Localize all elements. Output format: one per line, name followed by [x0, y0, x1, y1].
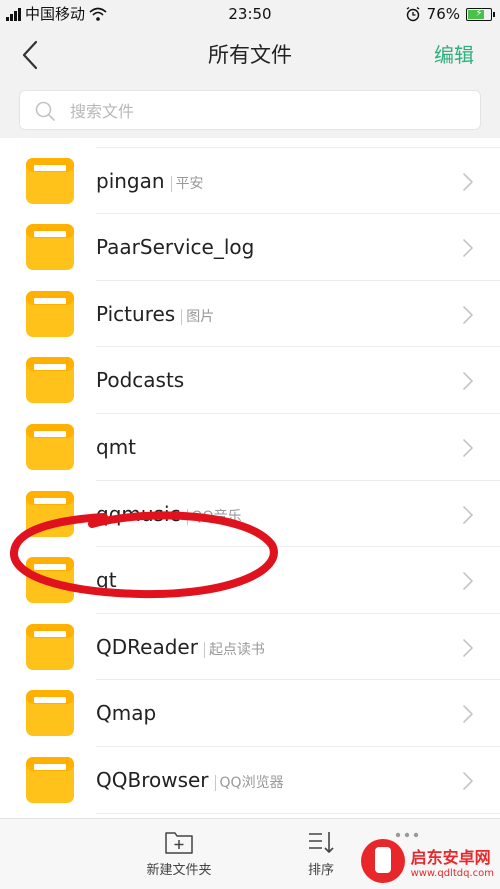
file-name-wrap: Podcasts [96, 347, 184, 413]
file-name-wrap: QDReader 起点读书 [96, 614, 265, 680]
status-bar: 中国移动 23:50 76% ⚡ [0, 0, 500, 28]
file-name-wrap: PaarService_log [96, 214, 254, 280]
alarm-icon [406, 6, 420, 22]
folder-icon [26, 224, 74, 271]
search-input[interactable] [68, 91, 452, 131]
chevron-right-icon [463, 505, 473, 524]
file-row[interactable]: pingan 平安 [0, 148, 500, 215]
file-name: qqmusic [96, 501, 181, 526]
new-folder-icon [165, 832, 193, 854]
file-alias: 起点读书 [203, 641, 265, 658]
sort-button[interactable]: 排序 [276, 829, 366, 878]
folder-icon [25, 138, 75, 139]
search-bar [0, 82, 500, 138]
file-name: PaarService_log [96, 235, 255, 260]
sort-label: 排序 [307, 863, 334, 878]
file-name: Podcasts [96, 368, 185, 393]
search-box[interactable] [19, 90, 481, 131]
folder-icon [26, 690, 74, 737]
file-row[interactable]: Podcasts [0, 347, 500, 414]
file-row[interactable]: Qmap [0, 680, 500, 747]
screen: 中国移动 23:50 76% ⚡ 所有文件 编辑 搜索文件 pingan 平安 … [0, 0, 500, 889]
file-list-inner: oppo_logpingan 平安 PaarService_log Pictures 图… [0, 138, 500, 814]
folder-icon [26, 423, 74, 470]
watermark-url: www.qdltdq.com [410, 867, 494, 879]
file-list[interactable]: oppo_logpingan 平安 PaarService_log Pictures 图… [0, 138, 500, 818]
watermark: 启东安卓网 www.qdltdq.com [360, 839, 494, 883]
row-divider [96, 812, 500, 814]
file-row[interactable]: qmt [0, 414, 500, 481]
folder-icon [26, 490, 74, 537]
battery-percent: 76% [426, 5, 460, 23]
file-alias: QQ浏览器 [214, 774, 284, 791]
watermark-logo-icon [360, 839, 405, 883]
file-name: qt [96, 568, 117, 593]
chevron-right-icon [463, 572, 473, 590]
file-name: pingan [96, 168, 165, 193]
file-name-wrap: Pictures 图片 [96, 281, 215, 347]
file-name: Qmap [96, 701, 157, 726]
folder-icon [26, 357, 74, 404]
chevron-right-icon [463, 239, 473, 257]
folder-icon [26, 623, 74, 670]
watermark-name: 启东安卓网 [410, 847, 491, 867]
file-name-wrap: qmt [96, 414, 136, 480]
battery-icon: ⚡ [466, 7, 495, 21]
folder-icon [26, 290, 74, 337]
file-name-wrap: QQBrowser QQ浏览器 [96, 747, 284, 813]
chevron-right-icon [463, 638, 473, 657]
nav-bar: 所有文件 编辑 [0, 28, 500, 82]
status-right: 76% ⚡ [405, 0, 495, 28]
sort-icon [309, 832, 334, 853]
file-name-wrap: pingan 平安 [96, 148, 204, 214]
chevron-right-icon [463, 705, 473, 724]
chevron-right-icon [463, 372, 473, 391]
chevron-right-icon [463, 172, 473, 191]
folder-icon [26, 756, 74, 803]
file-row[interactable]: Pictures 图片 [0, 281, 500, 348]
file-name: QQBrowser [96, 767, 209, 792]
file-alias: QQ音乐 [186, 508, 242, 525]
file-row[interactable]: qqmusic QQ音乐 [0, 481, 500, 548]
edit-button[interactable]: 编辑 [434, 28, 474, 82]
file-row[interactable]: qt [0, 547, 500, 614]
chevron-right-icon [463, 439, 473, 457]
page-title: 所有文件 [208, 43, 292, 67]
file-name: Pictures [96, 301, 176, 326]
charging-icon: ⚡ [475, 7, 483, 19]
file-alias: 图片 [181, 308, 215, 325]
new-folder-label: 新建文件夹 [146, 863, 212, 878]
file-row[interactable]: PaarService_log [0, 214, 500, 281]
chevron-right-icon [463, 305, 473, 324]
search-icon [35, 101, 55, 121]
file-row[interactable]: QQBrowser QQ浏览器 [0, 747, 500, 814]
file-alias: 平安 [170, 175, 204, 192]
file-name-wrap: Qmap [96, 680, 156, 746]
file-name-wrap: qt [96, 547, 117, 613]
file-name: qmt [96, 434, 137, 459]
folder-icon [26, 157, 74, 204]
file-row[interactable]: QDReader 起点读书 [0, 614, 500, 681]
file-name: QDReader [96, 634, 198, 659]
new-folder-button[interactable]: 新建文件夹 [134, 829, 224, 878]
file-name-wrap: qqmusic QQ音乐 [96, 481, 242, 547]
chevron-right-icon [463, 772, 473, 790]
file-row[interactable]: oppo_log [0, 138, 500, 148]
watermark-text: 启东安卓网 www.qdltdq.com [411, 844, 494, 879]
folder-icon [26, 557, 74, 604]
